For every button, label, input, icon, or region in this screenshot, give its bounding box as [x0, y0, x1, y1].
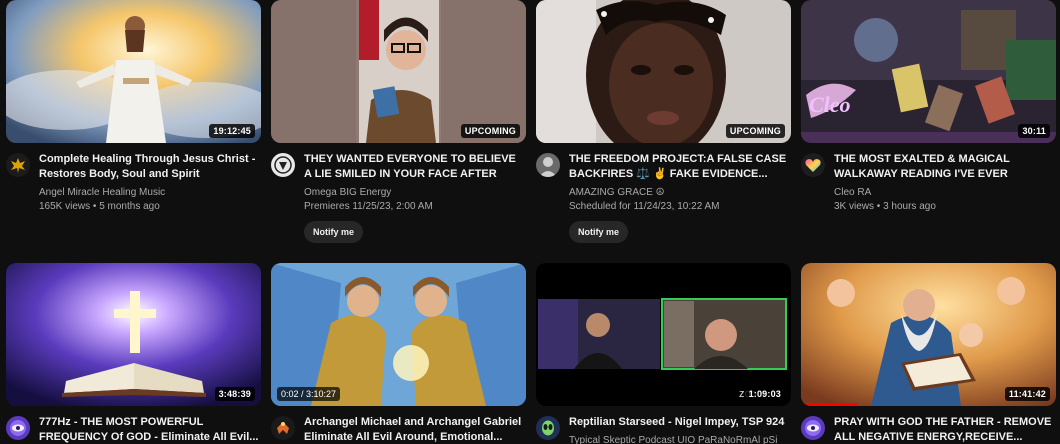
upcoming-badge: UPCOMING: [460, 124, 520, 138]
video-card[interactable]: Cleo 30:11 THE MOST EXALTED & MAGICAL WA…: [801, 0, 1056, 214]
channel-avatar[interactable]: [6, 416, 30, 440]
channel-name[interactable]: Angel Miracle Healing Music: [39, 186, 261, 200]
thumbnail-image: [271, 263, 526, 406]
video-card[interactable]: 0:02 / 3:10:27 Archangel Michael and Arc…: [271, 263, 526, 444]
duration-badge: 1:09:03: [744, 387, 785, 401]
video-thumbnail[interactable]: 3:48:39: [6, 263, 261, 406]
channel-name[interactable]: Omega BIG Energy: [304, 186, 526, 200]
channel-avatar[interactable]: [6, 153, 30, 177]
thumbnail-image: Cleo: [801, 0, 1056, 143]
video-card[interactable]: 19:12:45 Complete Healing Through Jesus …: [6, 0, 261, 214]
notify-me-button[interactable]: Notify me: [569, 221, 629, 243]
alien-icon: [542, 420, 554, 436]
channel-avatar[interactable]: [801, 153, 825, 177]
eye-emblem-icon: [805, 420, 821, 436]
video-thumbnail[interactable]: 11:41:42: [801, 263, 1056, 406]
channel-avatar[interactable]: [801, 416, 825, 440]
duration-badge: 30:11: [1018, 124, 1050, 138]
video-card[interactable]: UPCOMING THE FREEDOM PROJECT:A FALSE CAS…: [536, 0, 791, 243]
video-card[interactable]: UPCOMING THEY WANTED EVERYONE TO BELIEVE…: [271, 0, 526, 243]
video-card[interactable]: 3:48:39 777Hz - THE MOST POWERFUL FREQUE…: [6, 263, 261, 444]
channel-avatar[interactable]: [271, 416, 295, 440]
thumbnail-image: [6, 0, 261, 143]
video-title[interactable]: Reptilian Starseed - Nigel Impey, TSP 92…: [569, 415, 791, 430]
channel-avatar[interactable]: [536, 416, 560, 440]
scheduled-time: Scheduled for 11/24/23, 10:22 AM: [569, 201, 720, 212]
channel-name[interactable]: AMAZING GRACE ☮: [569, 186, 791, 200]
thumbnail-image: [801, 263, 1056, 406]
channel-name[interactable]: Cleo RA: [834, 186, 1056, 200]
notify-me-button[interactable]: Notify me: [304, 221, 364, 243]
video-thumbnail[interactable]: zoom 1:09:03: [536, 263, 791, 406]
eye-emblem-icon: [10, 420, 26, 436]
channel-avatar[interactable]: [536, 153, 560, 177]
video-title[interactable]: PRAY WITH GOD THE FATHER - REMOVE ALL NE…: [834, 415, 1056, 444]
portrait-icon: [539, 157, 557, 177]
duration-badge: 19:12:45: [209, 124, 255, 138]
rainbow-heart-icon: [805, 159, 821, 172]
thumbnail-image: zoom: [536, 263, 791, 406]
thumbnail-image: [536, 0, 791, 143]
video-card[interactable]: zoom 1:09:03 Reptilian Starseed - Nigel …: [536, 263, 791, 444]
video-stats: 3K views • 3 hours ago: [834, 201, 936, 212]
video-thumbnail[interactable]: 0:02 / 3:10:27: [271, 263, 526, 406]
video-title[interactable]: THEY WANTED EVERYONE TO BELIEVE A LIE SM…: [304, 152, 526, 182]
thumbnail-image: [6, 263, 261, 406]
video-stats: 165K views • 5 months ago: [39, 201, 160, 212]
video-card[interactable]: 11:41:42 PRAY WITH GOD THE FATHER - REMO…: [801, 263, 1056, 444]
playback-time: 0:02 / 3:10:27: [277, 387, 341, 401]
video-title[interactable]: Archangel Michael and Archangel Gabriel …: [304, 415, 526, 444]
video-thumbnail[interactable]: UPCOMING: [271, 0, 526, 143]
watch-progress-bar: [801, 403, 858, 406]
video-title[interactable]: Complete Healing Through Jesus Christ - …: [39, 152, 261, 182]
angel-icon: [277, 422, 289, 434]
video-title[interactable]: 777Hz - THE MOST POWERFUL FREQUENCY Of G…: [39, 415, 261, 444]
duration-badge: 11:41:42: [1004, 387, 1050, 401]
duration-badge: 3:48:39: [214, 387, 255, 401]
video-thumbnail[interactable]: Cleo 30:11: [801, 0, 1056, 143]
channel-avatar[interactable]: [271, 153, 295, 177]
video-thumbnail[interactable]: UPCOMING: [536, 0, 791, 143]
svg-text:Cleo: Cleo: [809, 92, 851, 117]
premiere-time: Premieres 11/25/23, 2:00 AM: [304, 201, 433, 212]
video-thumbnail[interactable]: 19:12:45: [6, 0, 261, 143]
video-title[interactable]: THE FREEDOM PROJECT:A FALSE CASE BACKFIR…: [569, 152, 791, 182]
upcoming-badge: UPCOMING: [725, 124, 785, 138]
sun-emblem-icon: [11, 158, 25, 173]
video-title[interactable]: THE MOST EXALTED & MAGICAL WALKAWAY READ…: [834, 152, 1056, 182]
emblem-icon: [274, 156, 292, 174]
thumbnail-image: [271, 0, 526, 143]
channel-name[interactable]: Typical Skeptic Podcast UIO PaRaNoRmAl p…: [569, 434, 791, 444]
